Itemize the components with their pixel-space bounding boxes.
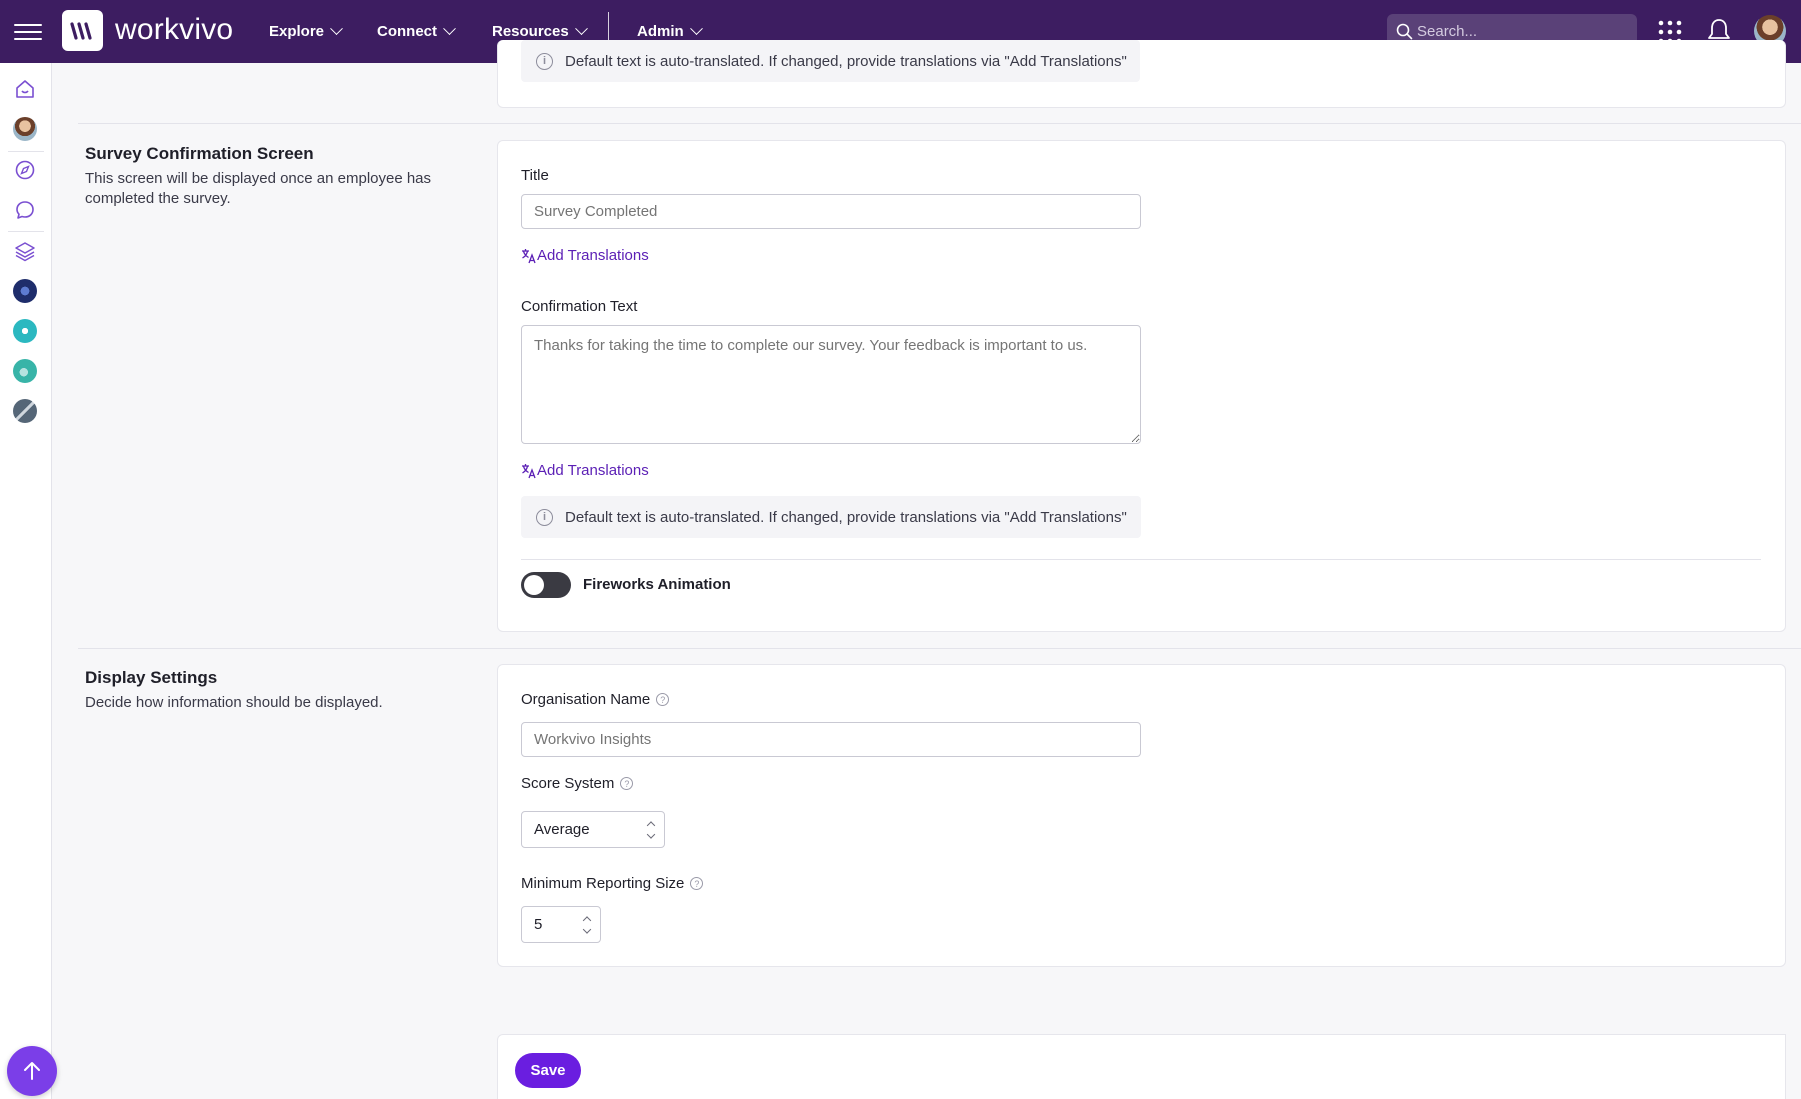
translate-icon [522, 463, 536, 478]
help-icon[interactable]: ? [656, 693, 670, 706]
save-bar [497, 1034, 1786, 1099]
chat-bubble-icon[interactable] [13, 198, 37, 222]
info-icon: i [536, 508, 553, 526]
left-sidebar [0, 63, 52, 1099]
select-arrows-icon [646, 820, 656, 839]
nav-connect[interactable]: Connect [377, 0, 456, 63]
rail-divider [8, 231, 44, 232]
score-system-label: Score System ? [521, 775, 634, 792]
chevron-down-icon [330, 22, 343, 36]
arrow-up-icon [24, 1062, 40, 1080]
space-avatar-icon[interactable] [13, 319, 37, 343]
organisation-name-label: Organisation Name ? [521, 691, 670, 708]
section-description: This screen will be displayed once an em… [85, 170, 432, 207]
nav-connect-label: Connect [377, 23, 437, 40]
space-avatar-icon[interactable] [13, 399, 37, 423]
home-icon[interactable] [13, 77, 37, 101]
nav-admin-label: Admin [637, 23, 684, 40]
help-icon[interactable]: ? [620, 777, 634, 790]
score-system-value: Average [534, 821, 590, 838]
previous-section-card: i Default text is auto-translated. If ch… [497, 40, 1786, 108]
section-description: Decide how information should be display… [85, 694, 383, 711]
score-system-select[interactable]: Average [521, 811, 665, 848]
add-translations-label: Add Translations [537, 247, 649, 264]
info-icon: i [536, 52, 553, 70]
minimum-reporting-size-stepper[interactable]: 5 [521, 906, 601, 943]
nav-explore[interactable]: Explore [269, 0, 343, 63]
minimum-reporting-size-value: 5 [534, 916, 543, 933]
brand-name[interactable]: workvivo [115, 13, 233, 47]
organisation-name-input[interactable] [521, 722, 1141, 757]
stepper-arrows-icon [582, 915, 592, 934]
info-text: Default text is auto-translated. If chan… [565, 508, 1127, 526]
translate-icon [522, 248, 536, 263]
minimum-reporting-size-label-text: Minimum Reporting Size [521, 875, 685, 892]
section-title: Survey Confirmation Screen [85, 144, 314, 163]
help-icon[interactable]: ? [690, 877, 704, 890]
save-button[interactable]: Save [515, 1053, 581, 1088]
section-divider [78, 123, 1801, 124]
confirmation-text-area[interactable] [521, 325, 1141, 444]
chevron-down-icon [443, 22, 456, 36]
add-translations-link[interactable]: Add Translations [521, 462, 649, 479]
nav-resources-label: Resources [492, 23, 569, 40]
rail-divider [8, 151, 44, 152]
search-input[interactable] [1417, 23, 1617, 40]
chevron-down-icon [574, 22, 588, 36]
hamburger-menu-icon[interactable] [14, 19, 42, 43]
chevron-down-icon [689, 22, 703, 36]
organisation-name-label-text: Organisation Name [521, 691, 651, 708]
space-avatar-icon[interactable] [13, 279, 37, 303]
auto-translate-info: i Default text is auto-translated. If ch… [521, 496, 1141, 538]
nav-explore-label: Explore [269, 23, 325, 40]
layers-icon[interactable] [13, 239, 37, 263]
display-settings-card [497, 664, 1786, 967]
space-avatar-icon[interactable] [13, 359, 37, 383]
toggle-knob [524, 575, 544, 595]
workvivo-logo-icon[interactable] [62, 10, 103, 51]
score-system-label-text: Score System [521, 775, 615, 792]
info-text: Default text is auto-translated. If chan… [565, 52, 1127, 70]
fireworks-label: Fireworks Animation [583, 576, 731, 593]
auto-translate-info: i Default text is auto-translated. If ch… [521, 40, 1140, 82]
minimum-reporting-size-label: Minimum Reporting Size ? [521, 875, 704, 892]
scroll-to-top-button[interactable] [7, 1046, 57, 1096]
title-input[interactable] [521, 194, 1141, 229]
section-divider [78, 648, 1801, 649]
section-title: Display Settings [85, 668, 218, 687]
add-translations-label: Add Translations [537, 462, 649, 479]
fireworks-toggle[interactable] [521, 572, 571, 598]
compass-icon[interactable] [13, 158, 37, 182]
confirmation-text-label: Confirmation Text [521, 298, 638, 315]
search-icon [1396, 23, 1413, 40]
title-label: Title [521, 167, 549, 184]
card-divider [521, 559, 1761, 560]
profile-avatar-icon[interactable] [13, 117, 37, 141]
add-translations-link[interactable]: Add Translations [521, 247, 649, 264]
